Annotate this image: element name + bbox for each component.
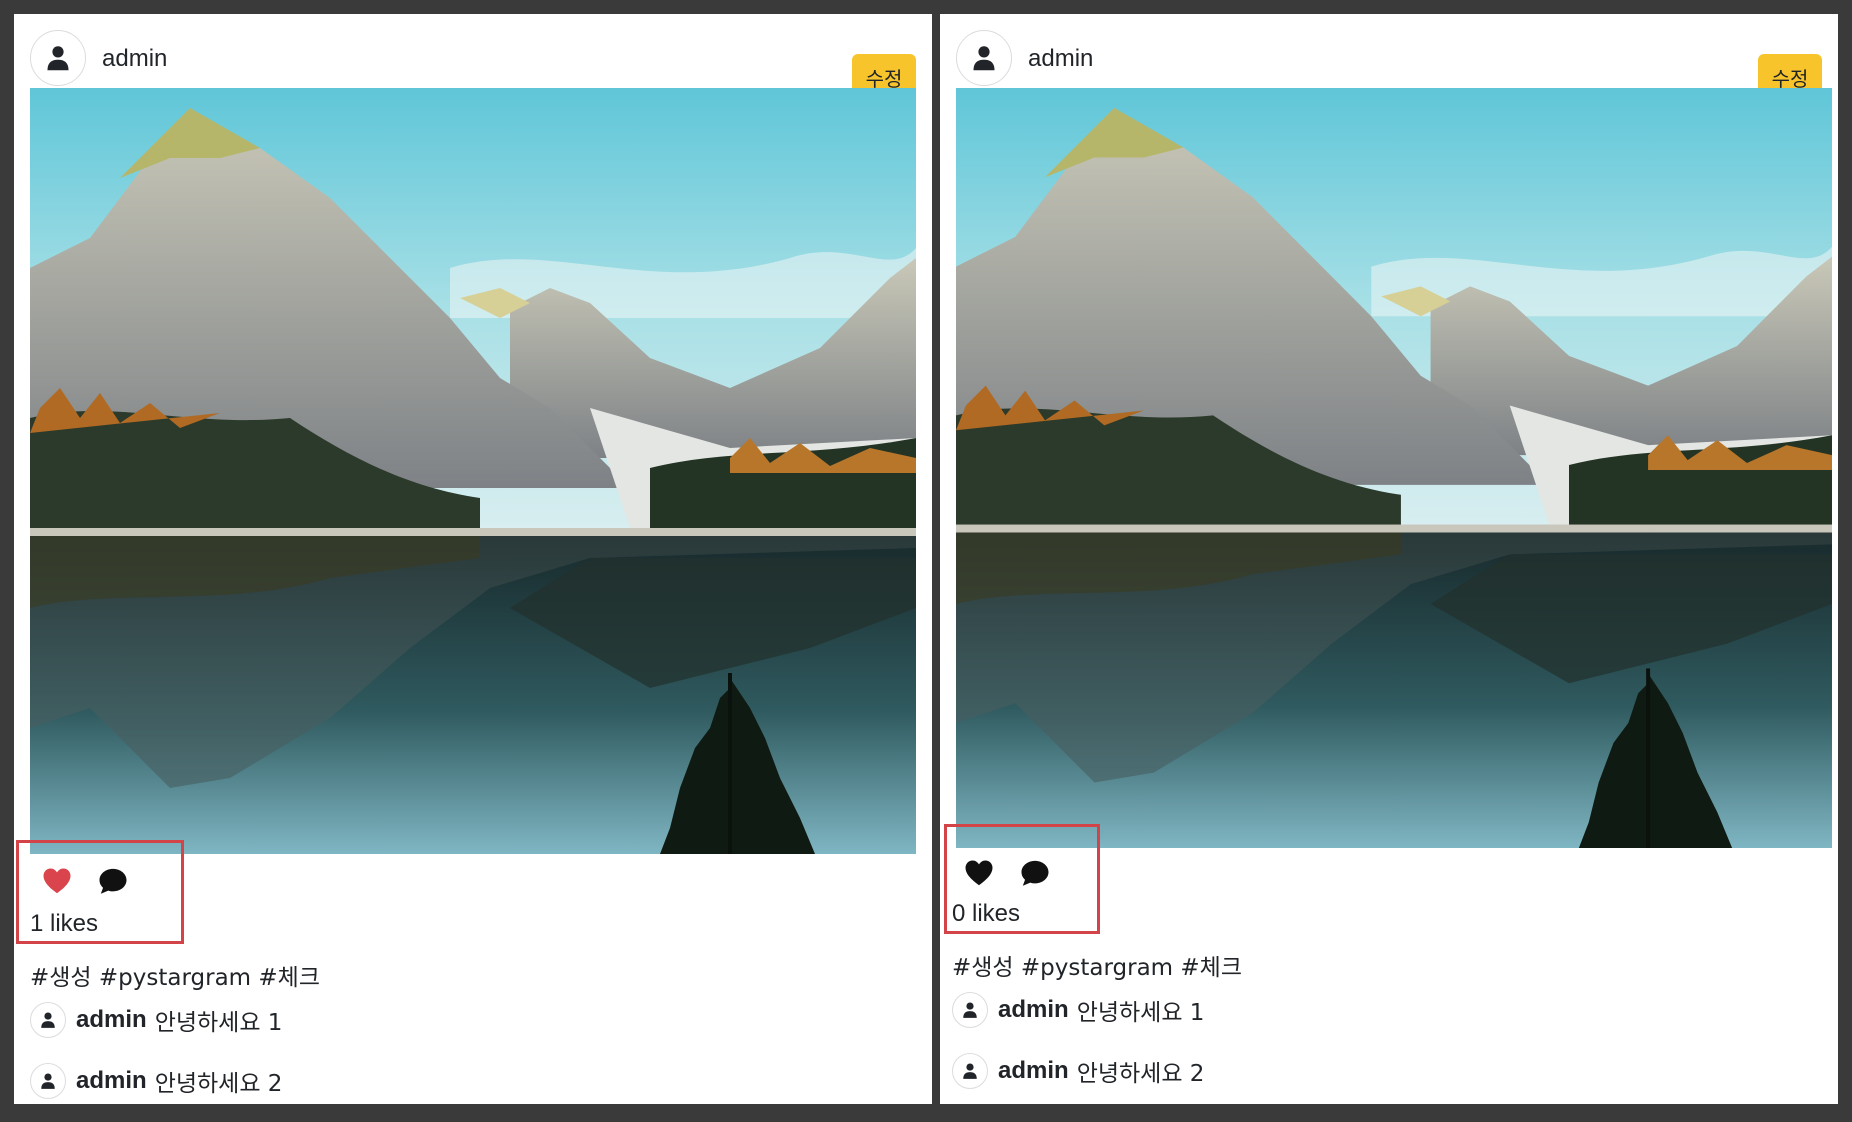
person-icon	[44, 44, 72, 72]
commenter-avatar[interactable]	[952, 1053, 988, 1089]
comment-author[interactable]: admin	[76, 1067, 147, 1095]
post-header: admin 수정	[30, 30, 916, 100]
commenter-avatar[interactable]	[30, 1002, 66, 1038]
post-card: admin 수정 0 likes #생성 #pystargram #체크 adm…	[940, 14, 1838, 1104]
commenter-avatar[interactable]	[30, 1063, 66, 1099]
mountain-lake-photo	[30, 88, 916, 854]
comment-item: admin 안녕하세요 1	[30, 1000, 282, 1040]
person-icon	[970, 44, 998, 72]
comment-item: admin 안녕하세요 1	[952, 990, 1204, 1030]
chat-bubble-icon	[1020, 858, 1050, 888]
post-image[interactable]	[30, 88, 916, 854]
comment-button[interactable]	[96, 864, 130, 898]
post-header: admin 수정	[956, 30, 1822, 100]
author-name[interactable]: admin	[102, 30, 167, 88]
post-tags: #생성 #pystargram #체크	[952, 955, 1242, 981]
mountain-lake-photo	[956, 88, 1832, 848]
likes-count: 1 likes	[30, 910, 99, 937]
heart-icon	[964, 858, 994, 888]
comment-author[interactable]: admin	[998, 1057, 1069, 1085]
commenter-avatar[interactable]	[952, 992, 988, 1028]
comment-text: 안녕하세요 2	[154, 1071, 283, 1097]
post-tags: #생성 #pystargram #체크	[30, 965, 320, 991]
author-avatar[interactable]	[956, 30, 1012, 86]
comment-item: admin 안녕하세요 2	[30, 1061, 282, 1101]
comment-text: 안녕하세요 1	[1076, 1000, 1205, 1026]
post-card: admin 수정 1 likes #생성 #pystargram #체크 adm…	[14, 14, 932, 1104]
comment-item: admin 안녕하세요 2	[952, 1051, 1204, 1091]
person-icon	[39, 1011, 57, 1029]
chat-bubble-icon	[98, 866, 128, 896]
heart-icon	[42, 866, 72, 896]
comment-author[interactable]: admin	[76, 1006, 147, 1034]
person-icon	[961, 1062, 979, 1080]
like-button[interactable]	[40, 864, 74, 898]
like-button[interactable]	[962, 856, 996, 890]
author-name[interactable]: admin	[1028, 30, 1093, 88]
comment-text: 안녕하세요 2	[1076, 1061, 1205, 1087]
author-avatar[interactable]	[30, 30, 86, 86]
person-icon	[961, 1001, 979, 1019]
comment-author[interactable]: admin	[998, 996, 1069, 1024]
likes-count: 0 likes	[952, 900, 1021, 927]
post-image[interactable]	[956, 88, 1832, 848]
comment-button[interactable]	[1018, 856, 1052, 890]
comment-text: 안녕하세요 1	[154, 1010, 283, 1036]
person-icon	[39, 1072, 57, 1090]
